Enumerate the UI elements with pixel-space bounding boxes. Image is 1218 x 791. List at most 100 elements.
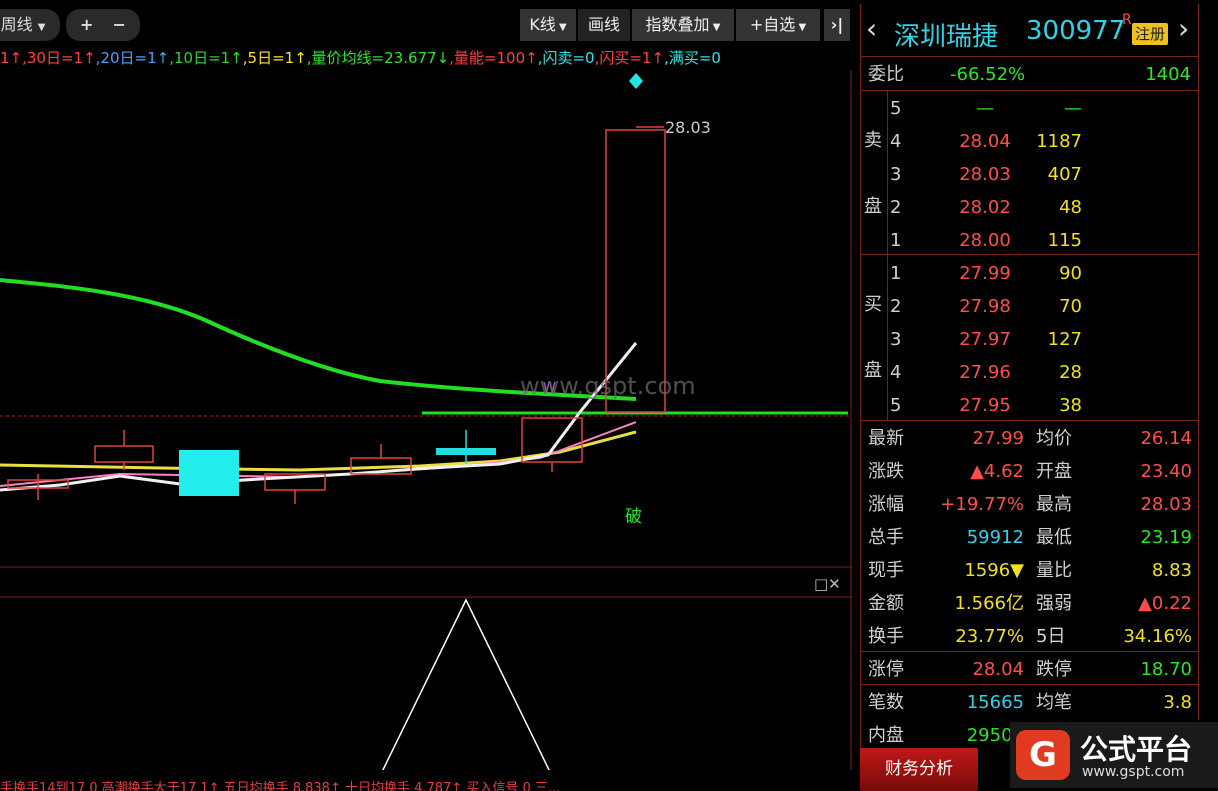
register-badge[interactable]: 注册 [1132, 23, 1169, 45]
indicator-item: ,闪买=1↑ [594, 49, 665, 67]
indicator-values: 1↑,30日=1↑,20日=1↑,10日=1↑,5日=1↑,量价均线=23.67… [0, 48, 850, 68]
buy-level: 1 [890, 263, 902, 284]
indicator-item: ,30日=1↑ [22, 49, 96, 67]
sell-row[interactable]: 2 28.02 48 [860, 191, 1199, 224]
collapse-panel-button[interactable]: ›| [824, 9, 850, 41]
buy-price: 27.95 [959, 395, 1011, 416]
amount-value: 1.566亿 [954, 593, 1024, 614]
sell-level: 4 [890, 131, 902, 152]
stock-header: ‹ 深圳瑞捷 300977 R 注册 › [860, 8, 1199, 56]
kline-chart[interactable]: 28.03 W www.gspt.com 破 □✕ [0, 70, 852, 770]
draw-line-button[interactable]: 画线 [578, 9, 630, 41]
kline-button[interactable]: K线 ▼ [520, 9, 576, 41]
period-selector[interactable]: 周线 ▼ [0, 9, 60, 41]
indicator-item: ,5日=1↑ [242, 49, 307, 67]
sell-price: — [976, 98, 994, 119]
sell-level: 2 [890, 197, 902, 218]
buy-level: 5 [890, 395, 902, 416]
indicator-item: ,闪卖=0 [537, 49, 595, 67]
quote-panel: ‹ 深圳瑞捷 300977 R 注册 › 委比 -66.52% 1404 卖 盘… [860, 4, 1199, 791]
buy-price: 27.98 [959, 296, 1011, 317]
sell-row[interactable]: 5 — — [860, 92, 1199, 125]
quote-row: 涨幅 +19.77% 最高 28.03 [860, 488, 1199, 521]
vol_ratio-value: 8.83 [1151, 560, 1192, 581]
chevron-down-icon: ▼ [795, 22, 807, 33]
chevron-down-icon: ▼ [555, 22, 567, 33]
low-value: 23.19 [1140, 527, 1192, 548]
buy-row[interactable]: 4 27.96 28 [860, 356, 1199, 389]
sell-volume: 1187 [1036, 131, 1082, 152]
high-label: 最高 [1036, 494, 1072, 515]
quote-row: 总手 59912 最低 23.19 [860, 521, 1199, 554]
cur_vol-label: 现手 [868, 560, 904, 581]
five_day-label: 5日 [1036, 626, 1066, 647]
add-watchlist-button[interactable]: +自选 ▼ [736, 9, 820, 41]
watermark: www.gspt.com [520, 372, 696, 400]
quote-row: 涨跌 ▲4.62 开盘 23.40 [860, 455, 1199, 488]
buy-row[interactable]: 5 27.95 38 [860, 389, 1199, 422]
prev-stock-button[interactable]: ‹ [866, 12, 877, 45]
indicator-item: ,量能=100↑ [449, 49, 538, 67]
turnover-label: 换手 [868, 626, 904, 647]
indicator-item: ,20日=1↑ [95, 49, 170, 67]
stock-flag: R [1122, 12, 1132, 28]
trades-value: 15665 [966, 692, 1024, 713]
finance-analysis-button[interactable]: 财务分析 [860, 748, 978, 791]
quote-row: 金额 1.566亿 强弱 ▲0.22 [860, 587, 1199, 620]
cur_vol-value: 1596▼ [964, 560, 1024, 581]
sell-row[interactable]: 3 28.03 407 [860, 158, 1199, 191]
zoom-out-button[interactable]: − [113, 15, 126, 34]
buy-volume: 90 [1059, 263, 1082, 284]
sell-row[interactable]: 4 28.04 1187 [860, 125, 1199, 158]
next-stock-button[interactable]: › [1178, 12, 1189, 45]
weibi-label: 委比 [868, 64, 904, 85]
buy-row[interactable]: 3 27.97 127 [860, 323, 1199, 356]
sell-level: 3 [890, 164, 902, 185]
quote-row: 笔数 15665 均笔 3.8 [860, 686, 1199, 719]
sell-price: 28.00 [959, 230, 1011, 251]
limit_up-value: 28.04 [972, 659, 1024, 680]
period-label: 周线 [0, 15, 33, 34]
turnover-value: 23.77% [955, 626, 1024, 647]
candle [179, 450, 239, 496]
sell-row[interactable]: 1 28.00 115 [860, 224, 1199, 257]
index-overlay-button[interactable]: 指数叠加 ▼ [632, 9, 734, 41]
candle [94, 445, 154, 463]
buy-level: 2 [890, 296, 902, 317]
stock-name: 深圳瑞捷 [894, 22, 999, 52]
sell-volume: — [1064, 98, 1082, 119]
buy-volume: 70 [1059, 296, 1082, 317]
latest-value: 27.99 [972, 428, 1024, 449]
sub-indicator-line [382, 598, 550, 770]
weibi-value: 1404 [1145, 64, 1191, 85]
open-label: 开盘 [1036, 461, 1072, 482]
buy-price: 27.96 [959, 362, 1011, 383]
vol_ratio-label: 量比 [1036, 560, 1072, 581]
buy-row[interactable]: 2 27.98 70 [860, 290, 1199, 323]
buy-row[interactable]: 1 27.99 90 [860, 257, 1199, 290]
diamond-marker-icon [629, 73, 643, 89]
change_pct-label: 涨幅 [868, 494, 904, 515]
buy-price: 27.99 [959, 263, 1011, 284]
avg-label: 均价 [1036, 428, 1072, 449]
pane-controls: □✕ [814, 575, 841, 593]
avg_trade-label: 均笔 [1036, 692, 1072, 713]
buy-level: 4 [890, 362, 902, 383]
amount-label: 金额 [868, 593, 904, 614]
buy-level: 3 [890, 329, 902, 350]
total_vol-value: 59912 [966, 527, 1024, 548]
stock-code: 300977 [1026, 16, 1126, 46]
brand-logo: G 公式平台 www.gspt.com [1010, 722, 1218, 788]
indicator-item: ,10日=1↑ [169, 49, 243, 67]
high-value: 28.03 [1140, 494, 1192, 515]
sell-level: 1 [890, 230, 902, 251]
buy-price: 27.97 [959, 329, 1011, 350]
buy-volume: 28 [1059, 362, 1082, 383]
add-watchlist-label: +自选 [749, 15, 796, 34]
sell-volume: 407 [1047, 164, 1082, 185]
brand-logo-icon: G [1016, 730, 1070, 780]
sell-volume: 115 [1047, 230, 1082, 251]
indicator-item: ,满买=0 [664, 49, 721, 67]
zoom-in-button[interactable]: + [80, 15, 93, 34]
high-price-label: 28.03 [665, 118, 711, 137]
